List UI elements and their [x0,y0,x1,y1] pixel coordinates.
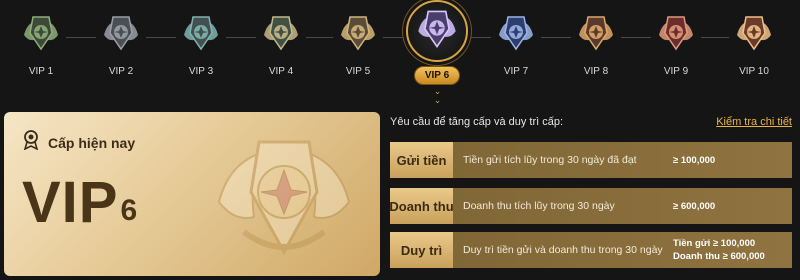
requirement-value-line: ≥ 600,000 [673,200,716,212]
vip-level-label: VIP 10 [739,66,769,77]
vip-level-label: VIP 6 [413,66,461,85]
vip-level-item[interactable]: VIP 9 [646,10,706,77]
vip-level-label: VIP 7 [503,66,529,77]
chevron-down-icon: ⌄ ⌄ [433,86,441,105]
requirement-value: ≥ 600,000 [673,200,715,213]
requirements-header: Yêu cầu để tăng cấp và duy trì cấp: Kiểm… [390,116,792,132]
requirement-desc: Tiền gửi tích lũy trong 30 ngày đã đạt [463,154,637,166]
badge-wrap [96,10,146,60]
requirement-value-line: Tiền gửi ≥ 100,000 [673,238,756,249]
medal-icon [22,130,40,155]
requirement-row-deposit: Gửi tiền Tiền gửi tích lũy trong 30 ngày… [390,142,792,178]
badge-wrap [651,10,701,60]
current-vip-level: VIP 6 [22,174,137,232]
badge-wrap [491,10,541,60]
requirement-value: ≥ 100,000 [673,154,715,167]
vip-2-badge-icon [101,13,141,58]
vip-level-item[interactable]: VIP 4 [251,10,311,77]
vip-level-item[interactable]: VIP 8 [566,10,626,77]
requirement-desc: Duy trì tiền gửi và doanh thu trong 30 n… [463,244,663,256]
requirement-label: Duy trì [390,232,453,268]
badge-wrap [333,10,383,60]
vip-level-item[interactable]: VIP 7 [486,10,546,77]
requirement-row-turnover: Doanh thu Doanh thu tích lũy trong 30 ng… [389,188,792,224]
vip-7-badge-icon [496,13,536,58]
vip-level-track: VIP 1 VIP 2 VIP 3 VIP 4 VIP 5 VIP 6 ⌄ ⌄ VIP 7 VIP… [0,0,800,105]
badge-wrap [256,10,306,60]
vip-6-watermark-icon [209,132,359,276]
current-vip-text: VIP [22,170,119,235]
vip-level-item[interactable]: VIP 3 [171,10,231,77]
vip-level-item[interactable]: VIP 6 ⌄ ⌄ [406,0,468,105]
vip-level-item[interactable]: VIP 2 [91,10,151,77]
requirement-row-maintain: Duy trì Duy trì tiền gửi và doanh thu tr… [390,232,792,268]
vip-level-item[interactable]: VIP 10 [724,10,784,77]
vip-8-badge-icon [576,13,616,58]
requirement-label: Gửi tiền [390,142,453,178]
vip-level-label: VIP 9 [663,66,689,77]
badge-wrap [571,10,621,60]
current-vip-number: 6 [120,194,138,227]
current-level-header: Cấp hiện nay [22,130,135,155]
vip-3-badge-icon [181,13,221,58]
current-level-title: Cấp hiện nay [48,134,136,151]
requirement-label: Doanh thu [389,188,454,224]
vip-6-badge-icon [415,7,459,56]
vip-level-label: VIP 8 [583,66,609,77]
requirement-value-line: Doanh thu ≥ 600,000 [673,251,765,262]
badge-wrap [406,0,468,62]
requirement-desc: Doanh thu tích lũy trong 30 ngày [463,200,615,212]
vip-level-item[interactable]: VIP 5 [328,10,388,77]
vip-level-label: VIP 1 [28,66,54,77]
vip-level-label: VIP 4 [268,66,294,77]
vip-9-badge-icon [656,13,696,58]
badge-wrap [729,10,779,60]
check-details-link[interactable]: Kiểm tra chi tiết [716,116,792,128]
vip-level-item[interactable]: VIP 1 [11,10,71,77]
vip-4-badge-icon [261,13,301,58]
vip-10-badge-icon [734,13,774,58]
current-level-card: Cấp hiện nay VIP 6 [4,112,380,276]
vip-level-label: VIP 5 [345,66,371,77]
badge-wrap [16,10,66,60]
requirement-value: Tiền gửi ≥ 100,000 Doanh thu ≥ 600,000 [673,237,765,263]
vip-level-label: VIP 3 [188,66,214,77]
badge-wrap [176,10,226,60]
vip-1-badge-icon [21,13,61,58]
vip-level-label: VIP 2 [108,66,134,77]
requirements-title: Yêu cầu để tăng cấp và duy trì cấp: [390,116,564,128]
vip-5-badge-icon [338,13,378,58]
requirement-value-line: ≥ 100,000 [673,154,716,166]
